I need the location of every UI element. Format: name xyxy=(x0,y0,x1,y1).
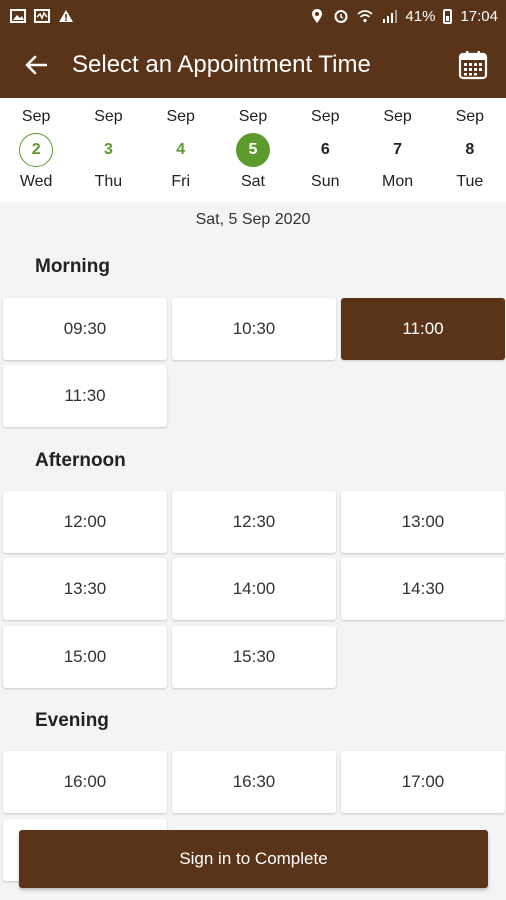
day-tue[interactable]: Sep 8 Tue xyxy=(434,98,506,202)
image-icon xyxy=(10,9,26,23)
day-thu[interactable]: Sep 3 Thu xyxy=(72,98,144,202)
day-name: Fri xyxy=(171,173,191,190)
time-slot[interactable]: 15:30 xyxy=(172,626,336,688)
date-selector: Sep 2 Wed Sep 3 Thu Sep 4 Fri Sep 5 Sat … xyxy=(0,98,506,202)
activity-icon xyxy=(34,9,50,23)
day-number: 3 xyxy=(103,141,113,158)
status-bar: 41% 17:04 xyxy=(0,0,506,32)
calendar-icon xyxy=(458,51,488,80)
day-name: Mon xyxy=(381,173,414,190)
day-name: Tue xyxy=(456,173,484,190)
app-bar: Select an Appointment Time xyxy=(0,32,506,98)
day-month: Sep xyxy=(311,108,340,125)
day-month: Sep xyxy=(238,108,268,125)
status-system: 41% 17:04 xyxy=(309,8,498,25)
time-slot[interactable]: 16:30 xyxy=(172,751,336,813)
time-slot[interactable]: 14:30 xyxy=(341,558,505,620)
day-number: 4 xyxy=(176,141,186,158)
day-number: 5 xyxy=(235,133,270,167)
day-name: Wed xyxy=(19,173,53,190)
day-name: Sat xyxy=(240,173,265,190)
day-number: 2 xyxy=(19,133,54,167)
alarm-icon xyxy=(334,10,348,23)
day-number: 6 xyxy=(320,141,330,158)
time-slot[interactable]: 12:00 xyxy=(3,491,167,553)
time-slot[interactable]: 14:00 xyxy=(172,558,336,620)
day-number: 7 xyxy=(393,141,402,158)
time-slot[interactable]: 12:30 xyxy=(172,491,336,553)
day-wed[interactable]: Sep 2 Wed xyxy=(0,98,72,202)
time-slot-selected[interactable]: 11:00 xyxy=(341,298,505,360)
clock: 17:04 xyxy=(460,7,498,25)
day-name: Sun xyxy=(311,173,340,190)
time-slot[interactable]: 11:30 xyxy=(3,365,167,427)
day-mon[interactable]: Sep 7 Mon xyxy=(361,98,433,202)
section-title-morning: Morning xyxy=(35,256,110,277)
sign-in-button[interactable]: Sign in to Complete xyxy=(19,830,488,888)
time-slot[interactable]: 15:00 xyxy=(3,626,167,688)
day-month: Sep xyxy=(94,108,123,125)
warning-icon xyxy=(59,10,73,22)
section-title-evening: Evening xyxy=(35,710,109,731)
day-month: Sep xyxy=(383,108,412,125)
day-month: Sep xyxy=(166,108,195,125)
wifi-icon xyxy=(357,10,373,23)
day-month: Sep xyxy=(455,108,485,125)
arrow-left-icon xyxy=(25,55,47,75)
day-month: Sep xyxy=(21,108,51,125)
time-slot[interactable]: 13:00 xyxy=(341,491,505,553)
time-slot[interactable]: 13:30 xyxy=(3,558,167,620)
status-notifications xyxy=(10,9,74,23)
battery-icon xyxy=(443,8,453,24)
time-slot[interactable]: 09:30 xyxy=(3,298,167,360)
time-slot[interactable]: 17:00 xyxy=(341,751,505,813)
time-slot[interactable]: 16:00 xyxy=(3,751,167,813)
section-title-afternoon: Afternoon xyxy=(35,450,126,471)
day-name: Thu xyxy=(94,173,123,190)
day-fri[interactable]: Sep 4 Fri xyxy=(145,98,217,202)
time-slot[interactable]: 10:30 xyxy=(172,298,336,360)
location-icon xyxy=(312,9,323,23)
back-button[interactable] xyxy=(0,32,72,98)
selected-date-label: Sat, 5 Sep 2020 xyxy=(195,211,311,228)
battery-percent: 41% xyxy=(405,7,436,25)
day-sun[interactable]: Sep 6 Sun xyxy=(289,98,361,202)
signal-icon xyxy=(383,10,398,23)
page-title: Select an Appointment Time xyxy=(72,51,371,78)
calendar-button[interactable] xyxy=(440,32,506,98)
day-number: 8 xyxy=(465,141,475,158)
day-sat[interactable]: Sep 5 Sat xyxy=(217,98,289,202)
